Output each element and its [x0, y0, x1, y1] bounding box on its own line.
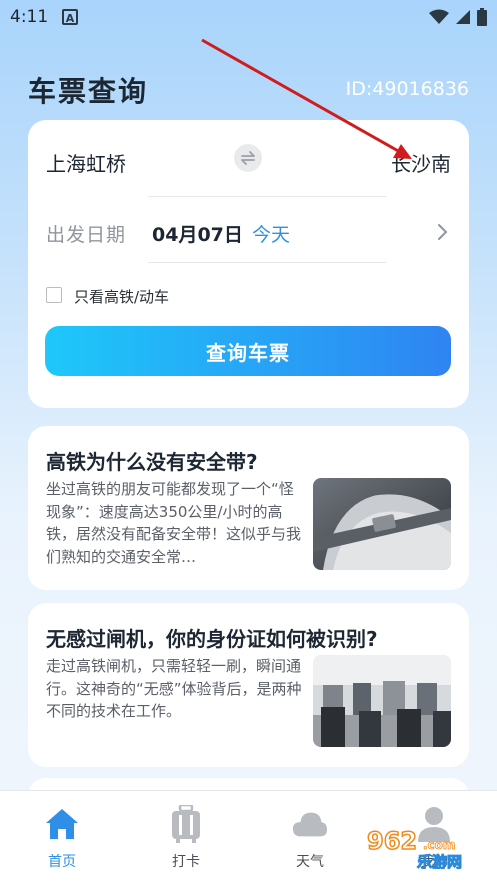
swap-stations-button[interactable] [234, 144, 262, 172]
date-label: 出发日期 [46, 224, 127, 246]
watermark-bottom: 乐游网 [417, 853, 462, 869]
to-station[interactable]: 长沙南 [391, 148, 451, 177]
article-title: 高铁为什么没有安全带? [46, 450, 258, 474]
tab-weather[interactable]: 天气 [248, 791, 372, 884]
swap-icon [241, 151, 255, 165]
svg-text:.com: .com [423, 838, 455, 852]
tab-label: 天气 [296, 854, 324, 870]
chevron-right-icon[interactable] [437, 222, 449, 242]
tab-checkin[interactable]: 打卡 [124, 791, 248, 884]
date-relative[interactable]: 今天 [252, 220, 290, 247]
divider [148, 196, 386, 197]
tab-label: 首页 [48, 854, 76, 870]
battery-icon [477, 8, 487, 26]
watermark-logo: 962 .com 乐游网 [363, 825, 491, 873]
article-thumbnail-gates [313, 655, 451, 747]
status-bar: 4:11 A [0, 0, 497, 34]
tab-label: 打卡 [172, 854, 200, 870]
article-card[interactable]: 高铁为什么没有安全带? 坐过高铁的朋友可能都发现了一个“怪现象”：速度高达350… [28, 426, 469, 590]
article-thumbnail-seatbelt [313, 478, 451, 570]
tab-home[interactable]: 首页 [0, 791, 124, 884]
cloud-icon [292, 805, 328, 843]
luggage-icon [168, 805, 204, 843]
user-id: ID:49016836 [345, 78, 469, 100]
query-tickets-button[interactable]: 查询车票 [45, 326, 451, 376]
high-speed-only-checkbox[interactable] [46, 287, 62, 303]
divider [148, 262, 386, 263]
page-title: 车票查询 [28, 75, 149, 108]
status-icons [429, 8, 487, 26]
signal-icon [456, 10, 470, 24]
from-station[interactable]: 上海虹桥 [46, 148, 126, 177]
article-excerpt: 走过高铁闸机，只需轻轻一刷，瞬间通行。这神奇的“无感”体验背后，是两种不同的技术… [46, 657, 302, 720]
high-speed-only-label: 只看高铁/动车 [74, 288, 170, 306]
ticket-search-card: 上海虹桥 长沙南 出发日期 04月07日 今天 只看高铁/动车 查询车票 [28, 120, 469, 408]
article-title: 无感过闸机，你的身份证如何被识别? [46, 627, 378, 651]
wifi-icon [429, 9, 449, 24]
article-excerpt: 坐过高铁的朋友可能都发现了一个“怪现象”：速度高达350公里/小时的高铁，居然没… [46, 480, 302, 566]
status-time: 4:11 [10, 7, 49, 27]
date-value[interactable]: 04月07日 [152, 220, 243, 247]
home-icon [44, 805, 80, 843]
watermark-top: 962 [367, 827, 417, 855]
article-card[interactable]: 无感过闸机，你的身份证如何被识别? 走过高铁闸机，只需轻轻一刷，瞬间通行。这神奇… [28, 603, 469, 767]
notification-a-icon: A [62, 9, 78, 25]
